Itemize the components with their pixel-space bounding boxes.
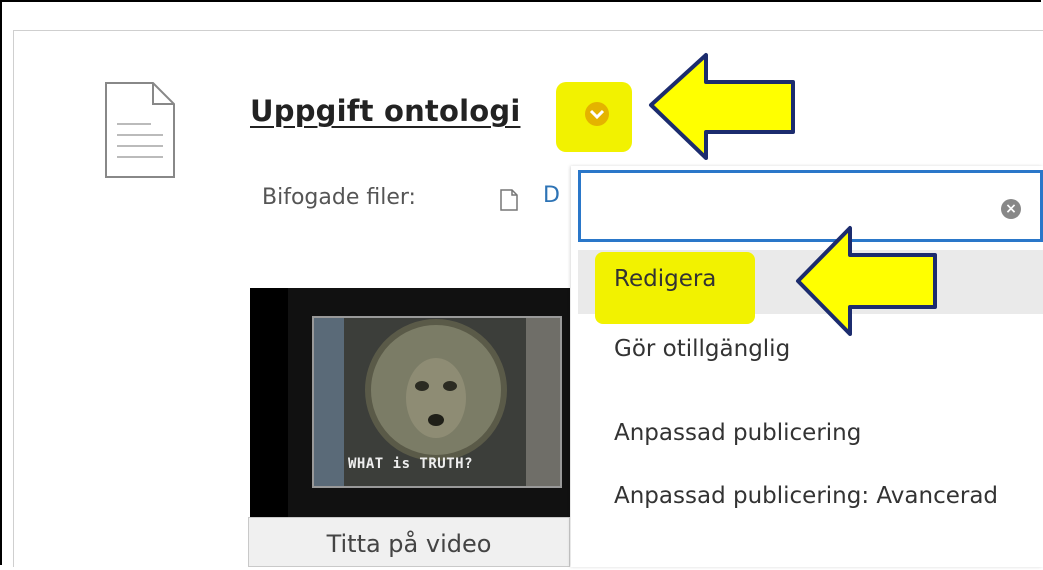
clear-icon[interactable]: × xyxy=(1001,199,1021,219)
annotation-arrow-icon xyxy=(649,53,795,160)
chevron-down-icon[interactable] xyxy=(585,102,609,126)
video-thumbnail[interactable]: WHAT is TRUTH? xyxy=(250,288,570,518)
menu-item-adaptive-release-advanced[interactable]: Anpassad publicering: Avancerad xyxy=(578,477,1043,515)
thumbnail-border xyxy=(250,288,288,518)
document-icon xyxy=(105,82,175,178)
watch-video-button[interactable]: Titta på video xyxy=(248,517,570,567)
menu-item-adaptive-release[interactable]: Anpassad publicering xyxy=(578,420,1043,446)
annotation-arrow-icon xyxy=(796,226,937,336)
menu-item-make-unavailable[interactable]: Gör otillgänglig xyxy=(578,336,1043,362)
menu-item-edit-label: Redigera xyxy=(614,266,717,292)
attachments-label: Bifogade filer: xyxy=(262,185,416,210)
attachment-link[interactable]: D xyxy=(543,183,560,208)
video-caption: WHAT is TRUTH? xyxy=(348,456,474,472)
item-title-link[interactable]: Uppgift ontologi xyxy=(250,94,520,128)
file-icon xyxy=(500,189,518,211)
